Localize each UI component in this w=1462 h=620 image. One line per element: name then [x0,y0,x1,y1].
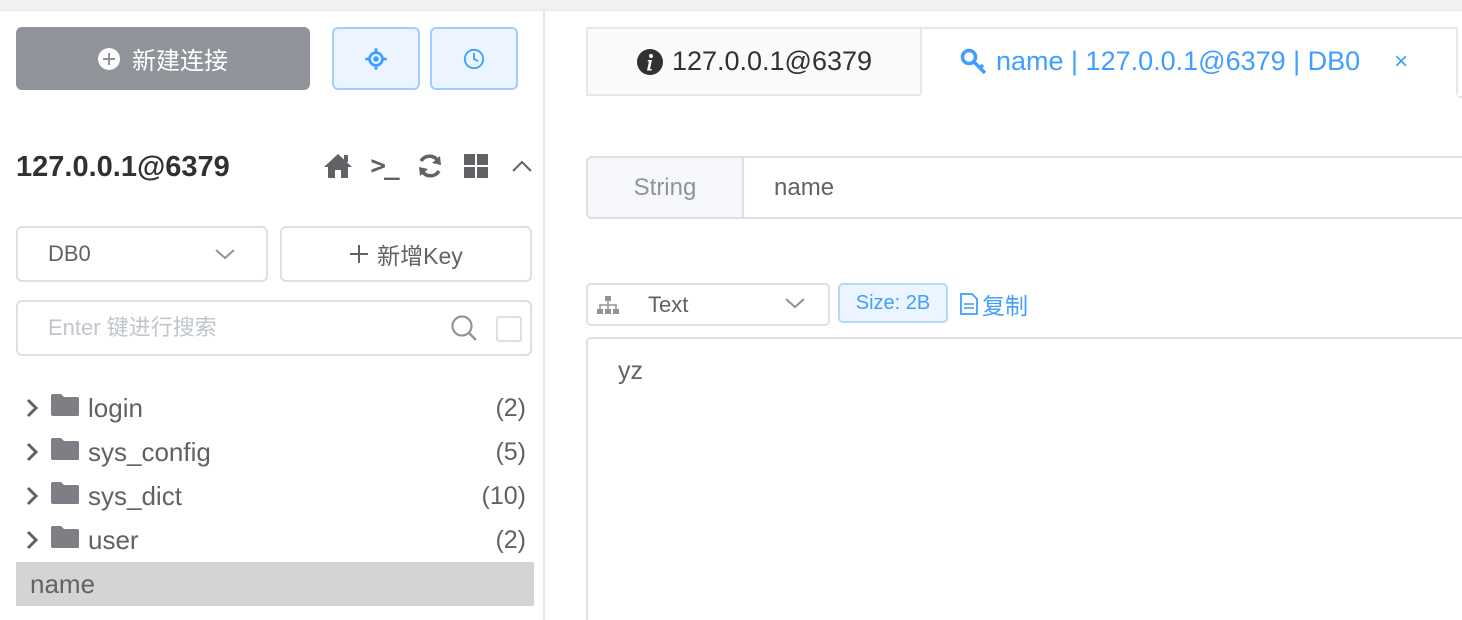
tree-folder[interactable]: sys_config (5) [16,430,534,474]
value-text: yz [618,357,643,385]
folder-icon [50,481,80,512]
home-icon[interactable] [322,150,354,182]
clock-icon [463,48,485,69]
format-select-value: Text [648,291,689,317]
tab-key[interactable]: name | 127.0.0.1@6379 | DB0 × [920,27,1458,96]
new-connection-label: 新建连接 [132,48,228,75]
value-editor[interactable]: yz [586,337,1462,620]
search-icon[interactable] [450,314,478,347]
plus-circle-icon [98,47,120,70]
connection-title: 127.0.0.1@6379 [16,151,230,183]
folder-icon [50,437,80,468]
key-name: name [30,568,96,599]
copy-button[interactable]: 复制 [960,287,1028,321]
tree-folder[interactable]: login (2) [16,386,534,430]
terminal-icon[interactable]: >_ [368,150,400,182]
tree-folder[interactable]: sys_dict (10) [16,474,534,518]
settings-button[interactable] [332,27,420,90]
key-search [16,300,532,356]
format-select[interactable]: Text [586,283,830,326]
folder-name: user [88,524,139,555]
chevron-up-icon[interactable] [506,150,538,182]
grid-icon[interactable] [460,150,492,182]
chevron-right-icon[interactable] [18,398,46,418]
key-type-label: String [588,158,744,217]
tree-folder[interactable]: user (2) [16,518,534,562]
sidebar: 新建连接 127.0.0.1@6379 >_ DB0 新增Key Enter 键… [0,11,545,620]
key-name-input[interactable]: name [744,158,834,217]
copy-label: 复制 [982,293,1028,319]
folder-name: sys_config [88,436,211,467]
folder-count: (2) [495,525,526,554]
tab-connection-info[interactable]: 127.0.0.1@6379 [586,27,922,96]
search-input[interactable] [48,315,438,341]
db-select-value: DB0 [48,241,91,266]
refresh-icon[interactable] [414,150,446,182]
window-top-bar [0,0,1462,11]
folder-count: (5) [495,437,526,466]
tree-key-selected[interactable]: name [16,562,534,606]
plus-icon [350,245,369,263]
tab-bar: 127.0.0.1@6379 name | 127.0.0.1@6379 | D… [586,27,1462,96]
folder-count: (10) [481,481,526,510]
exact-match-checkbox[interactable] [496,316,522,342]
folder-icon [50,393,80,424]
folder-name: login [88,392,143,423]
chevron-right-icon[interactable] [18,530,46,550]
sitemap-icon [597,295,619,314]
chevron-down-icon [785,298,805,309]
tab-label: 127.0.0.1@6379 [671,46,873,76]
chevron-right-icon[interactable] [18,486,46,506]
key-icon [960,48,987,74]
chevron-down-icon [215,249,235,260]
tab-label: name | 127.0.0.1@6379 | DB0 [996,46,1361,76]
folder-icon [50,525,80,556]
new-key-button[interactable]: 新增Key [280,226,532,282]
key-tree: login (2) sys_config (5) sys_dict (10) u… [16,386,534,606]
new-key-label: 新增Key [377,243,463,269]
folder-name: sys_dict [88,480,182,511]
close-icon[interactable]: × [1394,48,1408,76]
new-connection-button[interactable]: 新建连接 [16,27,310,90]
history-button[interactable] [430,27,518,90]
info-icon [636,48,663,75]
chevron-right-icon[interactable] [18,442,46,462]
tab-bar-divider [1458,96,1462,98]
gear-icon [365,47,387,70]
connection-actions: >_ [322,150,538,182]
db-select[interactable]: DB0 [16,226,268,282]
document-icon [960,293,978,315]
key-header: String name [586,156,1462,219]
size-badge: Size: 2B [838,283,948,323]
folder-count: (2) [495,393,526,422]
